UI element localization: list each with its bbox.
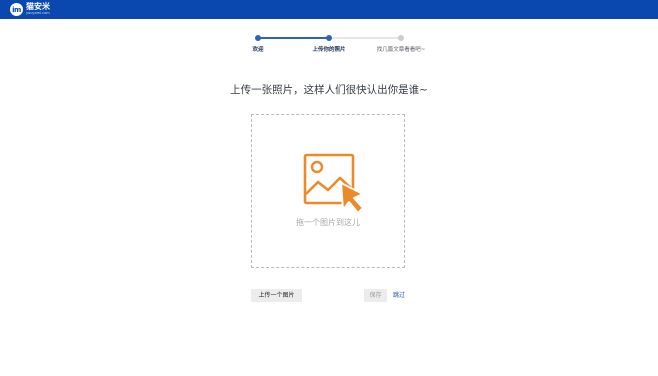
- page-heading: 上传一张照片，这样人们很快认出你是谁~: [230, 84, 428, 96]
- save-button[interactable]: 保存: [364, 289, 387, 302]
- image-upload-icon: [303, 153, 364, 213]
- step-label-articles: 找几篇文章看看吧~: [376, 47, 426, 53]
- cursor-arrow-icon: [340, 182, 364, 213]
- photo-dropzone[interactable]: 拖一个图片到这儿: [251, 114, 405, 268]
- step-label-upload: 上传你的照片: [312, 47, 346, 53]
- step-label-welcome: 欢迎: [252, 47, 264, 53]
- skip-link[interactable]: 跳过: [393, 289, 405, 302]
- dropzone-hint: 拖一个图片到这儿: [296, 218, 360, 227]
- step-connector-done: [258, 37, 329, 39]
- step-dot-welcome: [255, 35, 261, 41]
- step-dot-articles: [398, 35, 404, 41]
- step-dot-upload: [326, 35, 332, 41]
- upload-photo-button[interactable]: 上传一个图片: [251, 289, 302, 302]
- progress-stepper: 欢迎 上传你的照片 找几篇文章看看吧~: [0, 0, 658, 60]
- step-connector-todo: [329, 37, 401, 39]
